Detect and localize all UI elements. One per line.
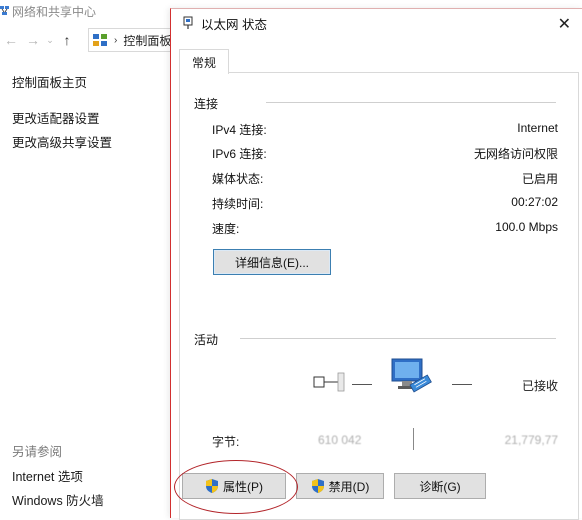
media-state-label: 媒体状态: xyxy=(212,172,264,186)
uac-shield-icon xyxy=(311,479,324,493)
change-advanced-sharing-link[interactable]: 更改高级共享设置 xyxy=(12,132,112,151)
properties-button[interactable]: 属性(P) xyxy=(182,473,286,499)
bg-window-title: 网络和共享中心 xyxy=(12,4,97,19)
diagnose-button[interactable]: 诊断(G) xyxy=(394,473,486,499)
connection-divider xyxy=(266,102,556,103)
change-adapter-settings-link[interactable]: 更改适配器设置 xyxy=(12,108,100,127)
activity-area: 已接收 字节: 610 042 21,779,77 xyxy=(180,353,578,463)
activity-dash-left xyxy=(352,384,372,385)
activity-dash-right xyxy=(452,384,472,385)
disable-button[interactable]: 禁用(D) xyxy=(296,473,384,499)
activity-divider xyxy=(240,338,556,339)
duration-label: 持续时间: xyxy=(212,197,264,211)
ethernet-icon xyxy=(183,16,193,29)
network-center-icon xyxy=(0,6,9,15)
received-label: 已接收 xyxy=(521,379,558,393)
bg-titlebar: 网络和共享中心 xyxy=(0,0,172,22)
activity-heading: 活动 xyxy=(194,333,219,347)
windows-firewall-link[interactable]: Windows 防火墙 xyxy=(12,490,104,509)
bytes-received-value: 21,779,77 xyxy=(504,433,558,447)
properties-button-label: 属性(P) xyxy=(223,479,263,494)
close-icon[interactable]: ✕ xyxy=(558,14,571,34)
computer-icon xyxy=(391,358,432,393)
disable-button-label: 禁用(D) xyxy=(328,479,370,494)
internet-options-link[interactable]: Internet 选项 xyxy=(12,466,83,485)
ipv6-value: 无网络访问权限 xyxy=(473,147,558,161)
up-arrow-icon[interactable]: ↑ xyxy=(56,32,78,48)
address-bar[interactable]: › 控制面板 xyxy=(88,28,173,52)
dialog-title: 以太网 状态 xyxy=(201,17,267,32)
speed-value: 100.0 Mbps xyxy=(495,220,558,234)
ethernet-status-dialog: 以太网 状态 ✕ 常规 连接 IPv4 连接: Internet IPv6 连接… xyxy=(170,8,582,520)
media-state-value: 已启用 xyxy=(521,172,558,186)
sidebar-home-link[interactable]: 控制面板主页 xyxy=(12,72,87,91)
see-also-label: 另请参阅 xyxy=(12,445,63,459)
tab-general[interactable]: 常规 xyxy=(179,49,229,74)
bytes-label: 字节: xyxy=(212,435,240,449)
dialog-titlebar: 以太网 状态 ✕ xyxy=(171,9,582,37)
connection-heading: 连接 xyxy=(194,97,219,111)
uac-shield-icon xyxy=(206,479,218,493)
general-tab-panel: 连接 IPv4 连接: Internet IPv6 连接: 无网络访问权限 媒体… xyxy=(179,72,579,520)
sent-cable-icon xyxy=(313,372,345,392)
bytes-divider xyxy=(413,428,414,450)
forward-arrow-icon[interactable]: → xyxy=(22,32,44,48)
details-button[interactable]: 详细信息(E)... xyxy=(213,249,331,275)
ipv4-label: IPv4 连接: xyxy=(212,123,267,137)
duration-value: 00:27:02 xyxy=(511,195,558,209)
breadcrumb-chevron-icon: › xyxy=(114,34,118,46)
control-panel-icon xyxy=(93,34,107,46)
recent-dropdown-icon[interactable]: ⌄ xyxy=(44,35,56,46)
bytes-sent-value: 610 042 xyxy=(318,433,362,447)
breadcrumb-control-panel[interactable]: 控制面板 xyxy=(123,32,171,49)
back-arrow-icon[interactable]: ← xyxy=(0,32,22,48)
speed-label: 速度: xyxy=(212,222,240,236)
ipv6-label: IPv6 连接: xyxy=(212,147,267,161)
ipv4-value: Internet xyxy=(517,121,558,135)
